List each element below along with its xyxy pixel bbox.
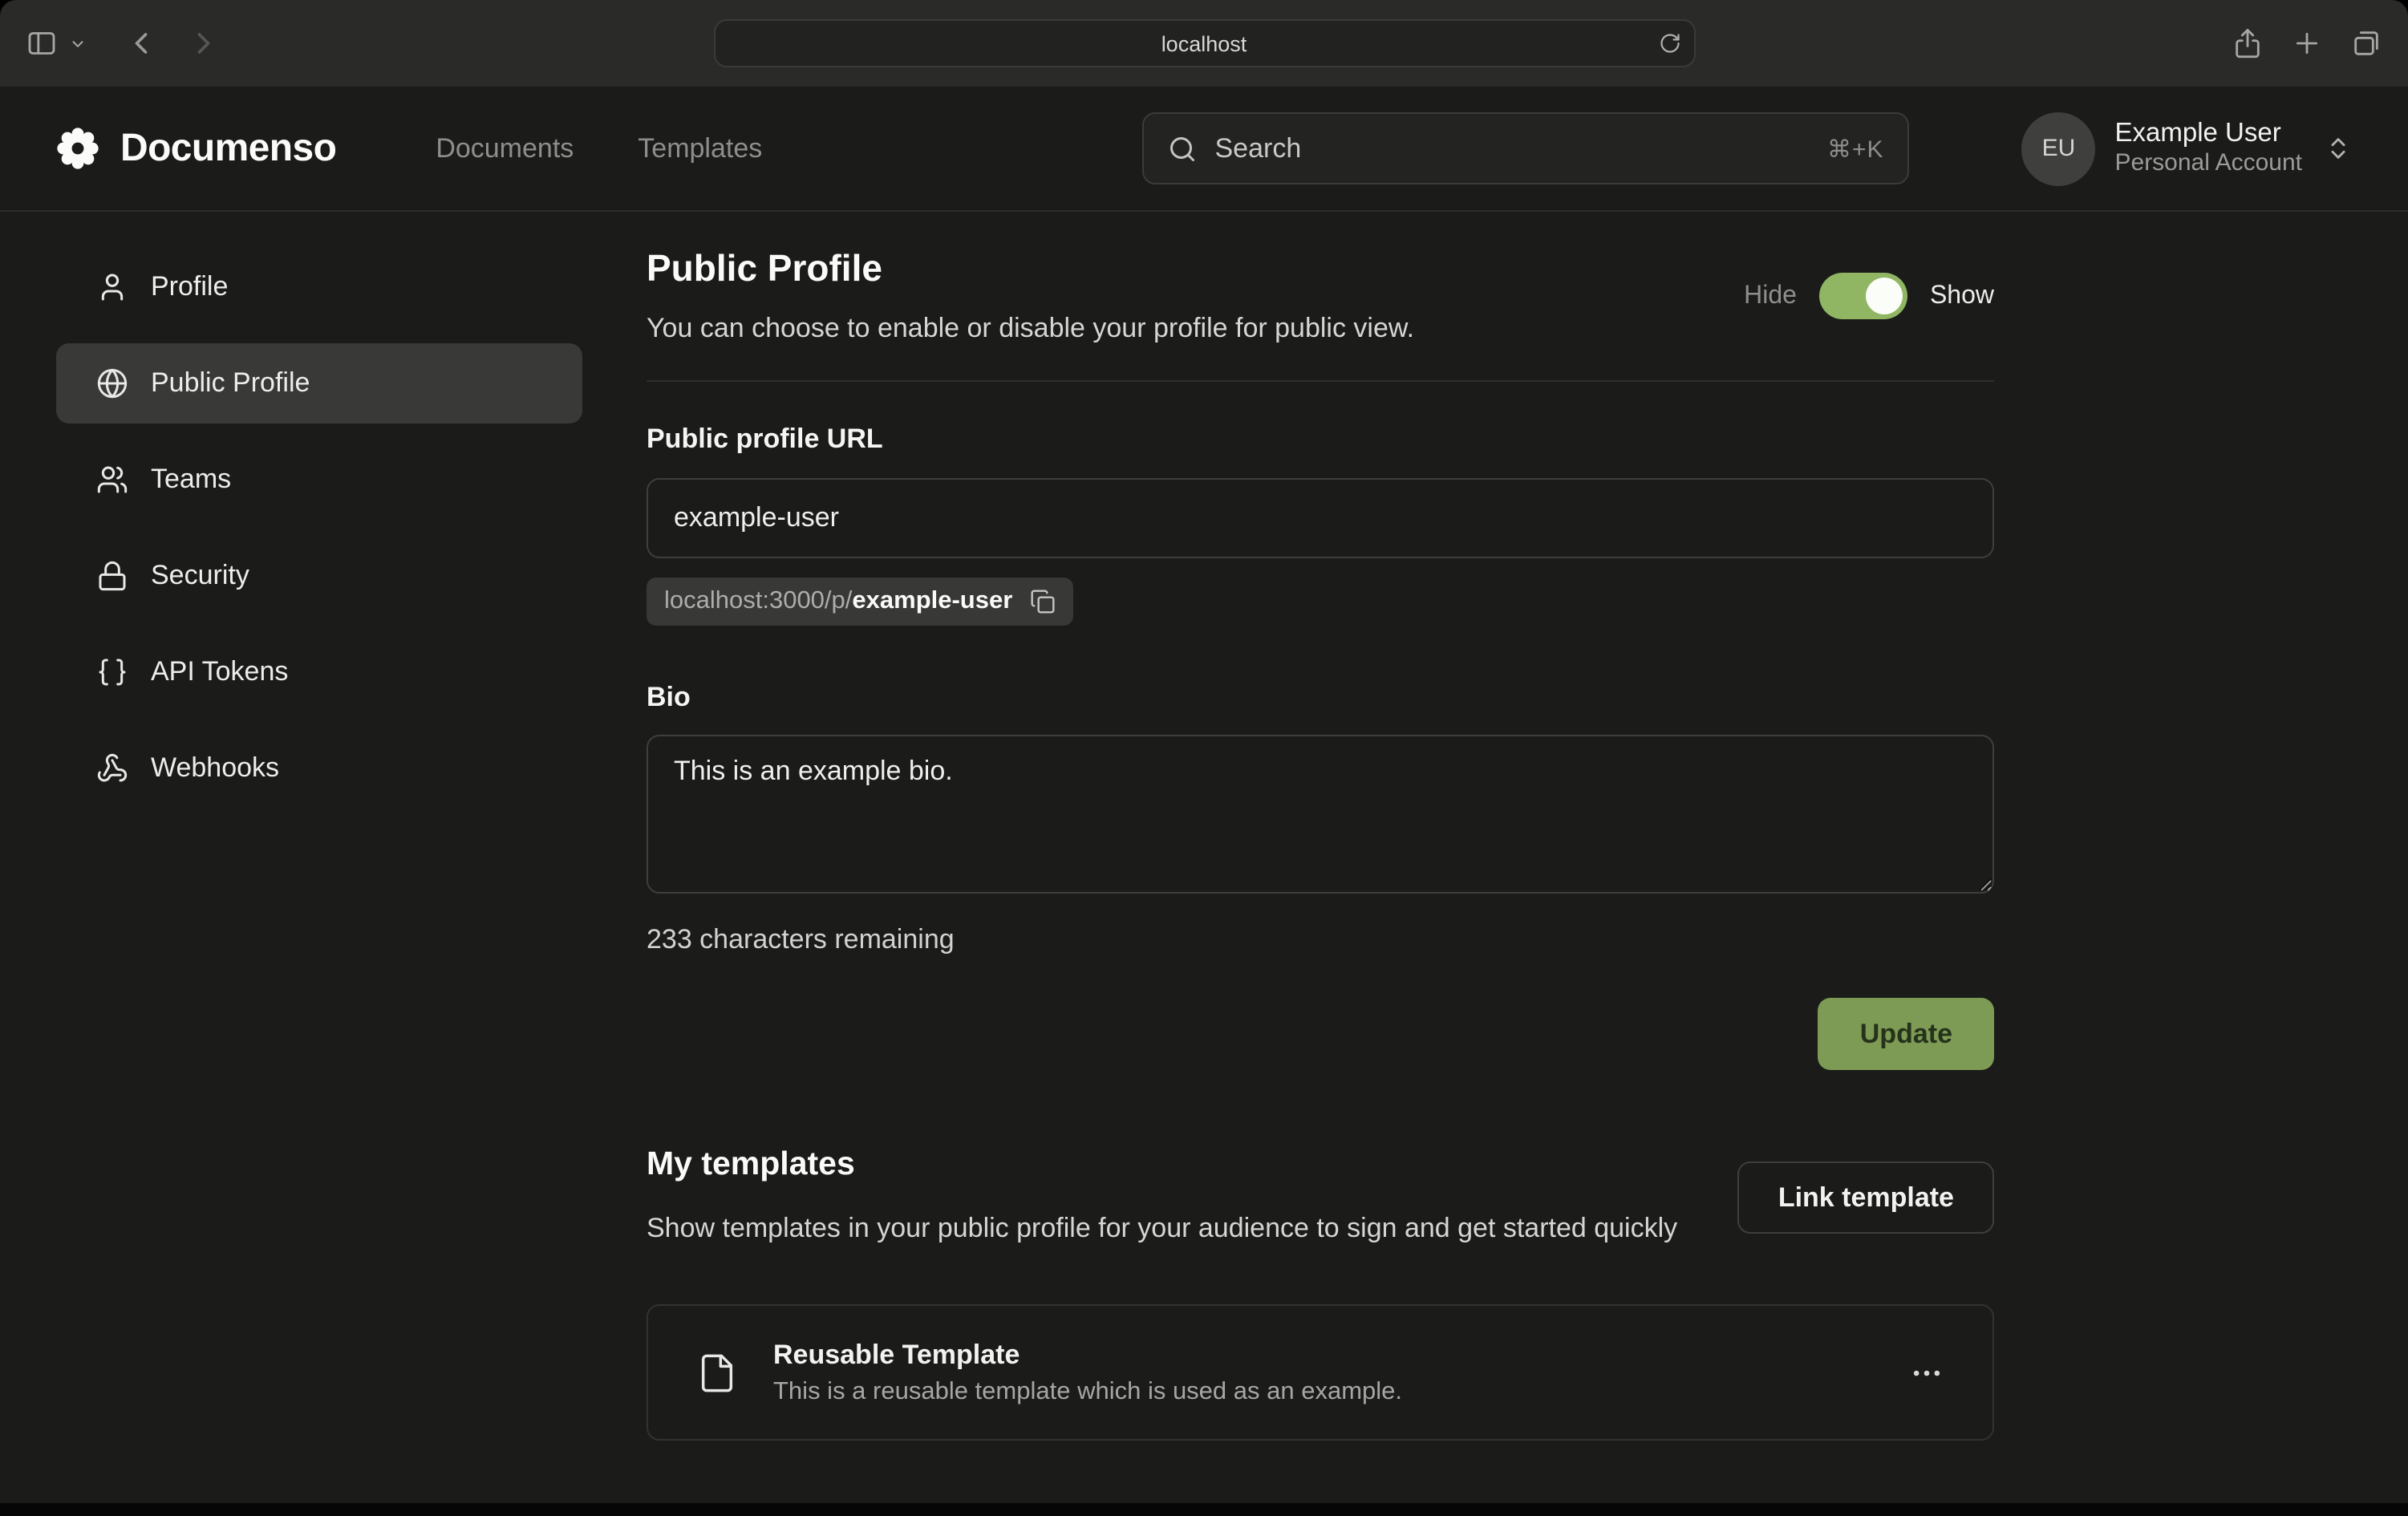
my-templates-header: My templates Show templates in your publ… xyxy=(647,1145,1994,1250)
reload-icon[interactable] xyxy=(1658,32,1680,55)
link-template-button[interactable]: Link template xyxy=(1738,1161,1994,1234)
app-window: localhost xyxy=(0,0,2408,1516)
browser-chrome: localhost xyxy=(0,0,2408,87)
chevrons-up-down-icon xyxy=(2325,135,2352,162)
sidebar-item-label: Public Profile xyxy=(151,367,310,399)
back-icon[interactable] xyxy=(124,26,159,61)
avatar: EU xyxy=(2022,111,2096,185)
sidebar-item-label: Teams xyxy=(151,464,231,496)
url-preview-text: localhost:3000/p/example-user xyxy=(664,587,1012,616)
braces-icon xyxy=(96,656,128,688)
settings-page: Profile Public Profile Teams Security xyxy=(0,212,2408,1441)
sidebar-item-label: Webhooks xyxy=(151,752,279,784)
brand-logo[interactable]: Documenso xyxy=(56,126,336,171)
sidebar-item-teams[interactable]: Teams xyxy=(56,440,582,520)
sidebar-item-api-tokens[interactable]: API Tokens xyxy=(56,632,582,712)
sidebar-item-profile[interactable]: Profile xyxy=(56,247,582,327)
sidebar-item-label: Profile xyxy=(151,271,228,303)
search-icon xyxy=(1169,134,1198,163)
webhook-icon xyxy=(96,752,128,784)
sidebar-item-label: Security xyxy=(151,560,249,592)
lock-icon xyxy=(96,560,128,592)
characters-remaining: 233 characters remaining xyxy=(647,924,1994,956)
tab-overview-icon[interactable] xyxy=(2350,27,2382,59)
divider xyxy=(647,380,1994,382)
search-placeholder: Search xyxy=(1215,132,1302,164)
my-templates-title: My templates xyxy=(647,1145,1677,1184)
url-prefix: localhost:3000/p/ xyxy=(664,587,852,614)
switch-knob xyxy=(1866,278,1903,314)
documenso-logo-icon xyxy=(56,127,99,170)
account-name: Example User xyxy=(2115,117,2303,150)
browser-left-controls xyxy=(26,26,221,61)
template-name: Reusable Template xyxy=(773,1340,1874,1372)
file-icon xyxy=(696,1352,738,1394)
toggle-hide-label: Hide xyxy=(1744,282,1797,310)
profile-url-preview: localhost:3000/p/example-user xyxy=(647,578,1073,626)
toggle-show-label: Show xyxy=(1930,282,1994,310)
sidebar-item-webhooks[interactable]: Webhooks xyxy=(56,728,582,809)
nav-templates[interactable]: Templates xyxy=(638,132,762,164)
public-profile-settings: Public Profile You can choose to enable … xyxy=(647,247,1994,1441)
bio-label: Bio xyxy=(647,682,1994,714)
address-bar[interactable]: localhost xyxy=(713,19,1695,67)
address-bar-url: localhost xyxy=(1161,31,1247,55)
user-icon xyxy=(96,271,128,303)
sidebar-item-public-profile[interactable]: Public Profile xyxy=(56,343,582,424)
my-templates-description: Show templates in your public profile fo… xyxy=(647,1208,1677,1250)
profile-url-input[interactable] xyxy=(647,478,1994,558)
window-bottom-edge xyxy=(0,1503,2408,1516)
users-icon xyxy=(96,464,128,496)
nav-documents[interactable]: Documents xyxy=(436,132,574,164)
url-slug: example-user xyxy=(852,587,1012,614)
template-row: Reusable Template This is a reusable tem… xyxy=(647,1305,1994,1441)
globe-icon xyxy=(96,367,128,399)
search-input[interactable]: Search ⌘+K xyxy=(1143,112,1910,184)
account-text: Example User Personal Account xyxy=(2115,117,2303,180)
sidebar-item-label: API Tokens xyxy=(151,656,288,688)
settings-sidebar: Profile Public Profile Teams Security xyxy=(56,247,582,1441)
page-title: Public Profile xyxy=(647,247,1414,290)
ellipsis-icon[interactable] xyxy=(1909,1356,1944,1391)
sidebar-item-security[interactable]: Security xyxy=(56,536,582,616)
template-info: Reusable Template This is a reusable tem… xyxy=(773,1340,1874,1407)
account-menu-trigger[interactable]: EU Example User Personal Account xyxy=(2022,111,2353,185)
sidebar-toggle-icon[interactable] xyxy=(26,27,58,59)
public-profile-header: Public Profile You can choose to enable … xyxy=(647,247,1994,345)
profile-url-label: Public profile URL xyxy=(647,424,1994,456)
browser-right-controls xyxy=(2232,0,2382,87)
brand-name: Documenso xyxy=(120,126,336,171)
new-tab-icon[interactable] xyxy=(2291,27,2323,59)
copy-icon[interactable] xyxy=(1030,589,1056,614)
page-description: You can choose to enable or disable your… xyxy=(647,313,1414,345)
app-header: Documenso Documents Templates Search ⌘+K… xyxy=(0,87,2408,212)
profile-visibility-switch[interactable] xyxy=(1819,273,1907,319)
profile-visibility-toggle-row: Hide Show xyxy=(1744,273,1994,319)
bio-textarea[interactable]: This is an example bio. xyxy=(647,735,1994,894)
chevron-down-icon[interactable] xyxy=(69,34,87,52)
share-icon[interactable] xyxy=(2232,27,2264,59)
account-type: Personal Account xyxy=(2115,150,2303,180)
forward-icon[interactable] xyxy=(186,26,221,61)
update-row: Update xyxy=(647,998,1994,1070)
template-description: This is a reusable template which is use… xyxy=(773,1378,1874,1407)
search-shortcut: ⌘+K xyxy=(1827,134,1884,163)
main-nav: Documents Templates xyxy=(436,132,762,164)
update-button[interactable]: Update xyxy=(1818,998,1994,1070)
